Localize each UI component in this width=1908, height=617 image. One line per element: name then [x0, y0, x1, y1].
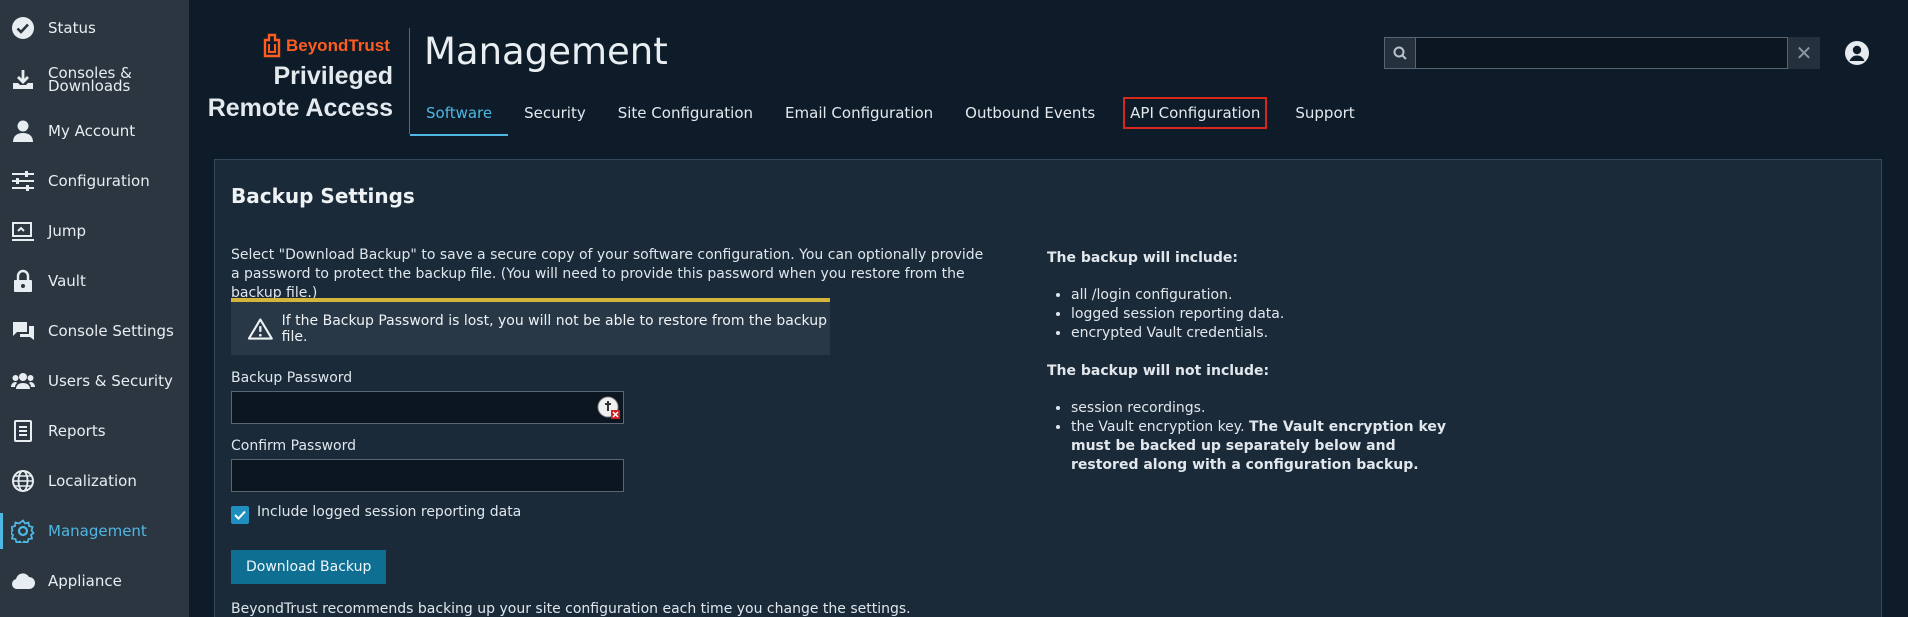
tab-support[interactable]: Support [1279, 92, 1370, 134]
report-icon [10, 418, 36, 444]
tab-outbound-events[interactable]: Outbound Events [949, 92, 1111, 134]
sidebar-item-my-account[interactable]: My Account [0, 106, 189, 156]
sidebar-item-status[interactable]: Status [0, 3, 189, 53]
product-name: Privileged Remote Access [200, 0, 393, 130]
person-icon [10, 118, 36, 144]
list-item: the Vault encryption key. The Vault encr… [1071, 418, 1451, 475]
tab-site-configuration[interactable]: Site Configuration [602, 92, 769, 134]
checkmark-icon [234, 510, 246, 520]
sidebar-item-label: Management [48, 522, 147, 540]
search-button[interactable] [1384, 37, 1416, 69]
tab-api-configuration-label: API Configuration [1123, 97, 1268, 129]
sidebar-item-configuration[interactable]: Configuration [0, 156, 189, 206]
sidebar-item-label: Console Settings [48, 322, 174, 340]
sidebar: Status Consoles & Downloads My Account Co… [0, 0, 189, 617]
cloud-icon [10, 568, 36, 594]
sidebar-item-label: Consoles & Downloads [48, 66, 132, 95]
warning-icon [247, 317, 273, 340]
sidebar-item-console-settings[interactable]: Console Settings [0, 306, 189, 356]
backup-settings-panel [214, 159, 1882, 617]
list-item: logged session reporting data. [1071, 305, 1451, 324]
sidebar-item-label: Appliance [48, 572, 122, 590]
download-backup-button[interactable]: Download Backup [231, 550, 387, 584]
page-title: Management [424, 30, 668, 73]
sidebar-item-vault[interactable]: Vault [0, 256, 189, 306]
confirm-password-label: Confirm Password [231, 438, 357, 454]
sidebar-item-consoles-downloads[interactable]: Consoles & Downloads [0, 55, 189, 105]
sidebar-item-label: Configuration [48, 172, 150, 190]
check-circle-icon [10, 15, 36, 41]
gear-icon [10, 518, 36, 544]
sidebar-label-line2: Downloads [48, 77, 131, 95]
tab-api-configuration[interactable]: API Configuration [1111, 92, 1279, 134]
list-item: all /login configuration. [1071, 286, 1451, 305]
list-item: encrypted Vault credentials. [1071, 324, 1451, 343]
sidebar-item-label: Reports [48, 422, 106, 440]
exclude-list: session recordings. the Vault encryption… [1071, 399, 1451, 475]
include-list: all /login configuration. logged session… [1071, 286, 1451, 343]
close-icon: ✕ [1795, 41, 1813, 65]
jump-icon [10, 218, 36, 244]
sidebar-item-users-security[interactable]: Users & Security [0, 356, 189, 406]
backup-recommendation: BeyondTrust recommends backing up your s… [231, 601, 911, 617]
backup-password-field[interactable] [231, 391, 624, 424]
sidebar-item-appliance[interactable]: Appliance [0, 556, 189, 606]
search-input[interactable] [1416, 37, 1788, 69]
confirm-password-field[interactable] [231, 459, 624, 492]
chat-icon [10, 318, 36, 344]
tab-software[interactable]: Software [410, 92, 509, 136]
product-name-line1: Privileged [273, 62, 394, 90]
sidebar-item-label: Localization [48, 472, 137, 490]
include-session-data-checkbox[interactable] [231, 506, 249, 524]
globe-icon [10, 468, 36, 494]
tab-security[interactable]: Security [508, 92, 602, 134]
backup-password-label: Backup Password [231, 370, 353, 386]
include-heading: The backup will include: [1047, 250, 1238, 266]
sidebar-item-label: My Account [48, 122, 136, 140]
clear-search-button[interactable]: ✕ [1788, 37, 1820, 69]
lock-icon [10, 268, 36, 294]
sidebar-item-label: Status [48, 19, 96, 37]
sidebar-item-management[interactable]: Management [0, 506, 189, 556]
sliders-icon [10, 168, 36, 194]
sidebar-item-localization[interactable]: Localization [0, 456, 189, 506]
sidebar-item-label: Users & Security [48, 372, 173, 390]
sidebar-item-jump[interactable]: Jump [0, 206, 189, 256]
sidebar-item-reports[interactable]: Reports [0, 406, 189, 456]
warning-banner: If the Backup Password is lost, you will… [231, 298, 830, 355]
search-bar: ✕ [1384, 37, 1820, 69]
include-session-data-label[interactable]: Include logged session reporting data [257, 504, 521, 520]
password-manager-icon[interactable] [597, 396, 621, 420]
sidebar-item-label: Vault [48, 272, 86, 290]
exclude-heading: The backup will not include: [1047, 363, 1270, 379]
section-title: Backup Settings [231, 184, 415, 208]
tab-bar: Software Security Site Configuration Ema… [410, 92, 1371, 136]
sidebar-item-label: Jump [48, 222, 87, 240]
vault-key-note: the Vault encryption key. [1071, 419, 1245, 435]
warning-text: If the Backup Password is lost, you will… [281, 312, 827, 345]
list-item: session recordings. [1071, 399, 1451, 418]
user-menu-icon[interactable] [1844, 40, 1870, 66]
tab-email-configuration[interactable]: Email Configuration [769, 92, 949, 134]
download-icon [10, 67, 36, 93]
users-icon [10, 368, 36, 394]
backup-description: Select "Download Backup" to save a secur… [231, 247, 984, 301]
search-icon [1393, 46, 1407, 60]
product-name-line2: Remote Access [207, 94, 393, 122]
